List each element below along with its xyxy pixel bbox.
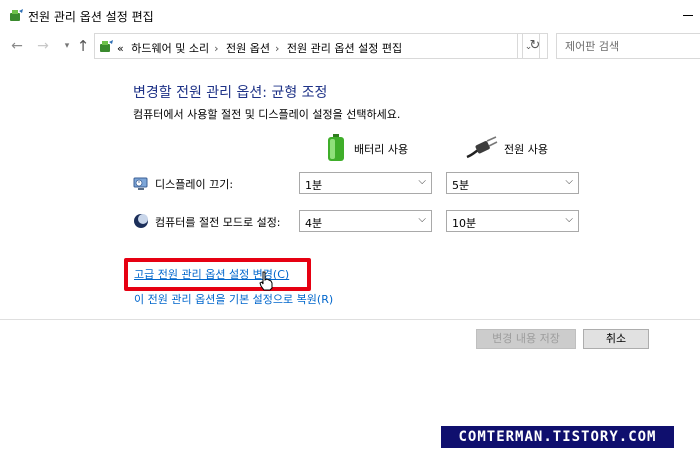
page-title: 변경할 전원 관리 옵션: 균형 조정 — [133, 85, 328, 101]
divider — [0, 319, 700, 320]
column-label-battery: 배터리 사용 — [354, 143, 409, 156]
breadcrumb: « 하드웨어 및 소리 › 전원 옵션 › 전원 관리 옵션 설정 편집 — [117, 40, 406, 56]
sleep-battery-select[interactable]: 4분 ⌵ — [299, 210, 432, 232]
setting-row-display-off: 디스플레이 끄기: 1분 ⌵ 5분 ⌵ — [133, 172, 593, 194]
restore-defaults-link[interactable]: 이 전원 관리 옵션을 기본 설정으로 복원(R) — [134, 291, 333, 307]
forward-button[interactable]: → — [34, 37, 52, 55]
setting-label-display-off: 디스플레이 끄기: — [155, 178, 234, 191]
arrow-right-icon: → — [37, 38, 49, 54]
search-box[interactable] — [556, 33, 700, 59]
address-bar[interactable]: « 하드웨어 및 소리 › 전원 옵션 › 전원 관리 옵션 설정 편집 — [94, 33, 518, 59]
title-bar: 전원 관리 옵션 설정 편집 — [0, 0, 700, 30]
chevron-down-icon: ⌵ — [565, 214, 573, 225]
breadcrumb-item-edit-plan[interactable]: 전원 관리 옵션 설정 편집 — [287, 42, 402, 55]
save-changes-button[interactable]: 변경 내용 저장 — [476, 329, 576, 349]
power-plug-icon — [466, 136, 498, 159]
sleep-plugged-select[interactable]: 10분 ⌵ — [446, 210, 579, 232]
power-options-icon — [10, 9, 23, 21]
cancel-button[interactable]: 취소 — [583, 329, 649, 349]
address-row: ← → ▾ ↑ « 하드웨어 및 소리 › 전원 옵션 › 전원 관리 옵션 설정 … — [0, 30, 700, 62]
chevron-down-icon: ⌵ — [418, 176, 426, 187]
chevron-down-icon: ⌵ — [565, 176, 573, 187]
select-value: 4분 — [305, 217, 323, 230]
up-button[interactable]: ↑ — [74, 37, 92, 55]
display-off-battery-select[interactable]: 1분 ⌵ — [299, 172, 432, 194]
breadcrumb-separator[interactable]: › — [275, 42, 279, 55]
search-input[interactable] — [557, 34, 700, 58]
column-label-plugged-in: 전원 사용 — [504, 143, 548, 156]
chevron-down-icon: ⌵ — [418, 214, 426, 225]
refresh-button[interactable]: ↻ — [522, 33, 548, 59]
arrow-left-icon: ← — [11, 38, 23, 54]
setting-row-sleep: 컴퓨터를 절전 모드로 설정: 4분 ⌵ 10분 ⌵ — [133, 210, 593, 232]
main-content: 변경할 전원 관리 옵션: 균형 조정 컴퓨터에서 사용할 절전 및 디스플레이… — [0, 62, 700, 466]
display-clock-icon — [133, 177, 148, 190]
moon-icon — [134, 214, 148, 228]
breadcrumb-item-hardware-sound[interactable]: 하드웨어 및 소리 — [131, 42, 209, 55]
breadcrumb-item-power-options[interactable]: 전원 옵션 — [226, 42, 270, 55]
minimize-button[interactable] — [672, 0, 700, 30]
watermark: COMTERMAN.TISTORY.COM — [441, 426, 674, 448]
breadcrumb-overflow[interactable]: « — [117, 42, 124, 55]
breadcrumb-separator[interactable]: › — [214, 42, 218, 55]
chevron-down-icon: ▾ — [64, 41, 70, 51]
select-value: 10분 — [452, 217, 477, 230]
display-off-plugged-select[interactable]: 5분 ⌵ — [446, 172, 579, 194]
select-value: 1분 — [305, 179, 323, 192]
arrow-up-icon: ↑ — [76, 37, 90, 55]
page-description: 컴퓨터에서 사용할 절전 및 디스플레이 설정을 선택하세요. — [133, 108, 401, 121]
select-value: 5분 — [452, 179, 470, 192]
power-options-icon — [100, 40, 113, 52]
battery-icon — [328, 134, 344, 161]
setting-label-sleep: 컴퓨터를 절전 모드로 설정: — [155, 216, 281, 229]
hand-cursor-icon — [259, 271, 273, 291]
window-title: 전원 관리 옵션 설정 편집 — [28, 10, 154, 24]
back-button[interactable]: ← — [8, 37, 26, 55]
refresh-icon: ↻ — [529, 38, 541, 53]
